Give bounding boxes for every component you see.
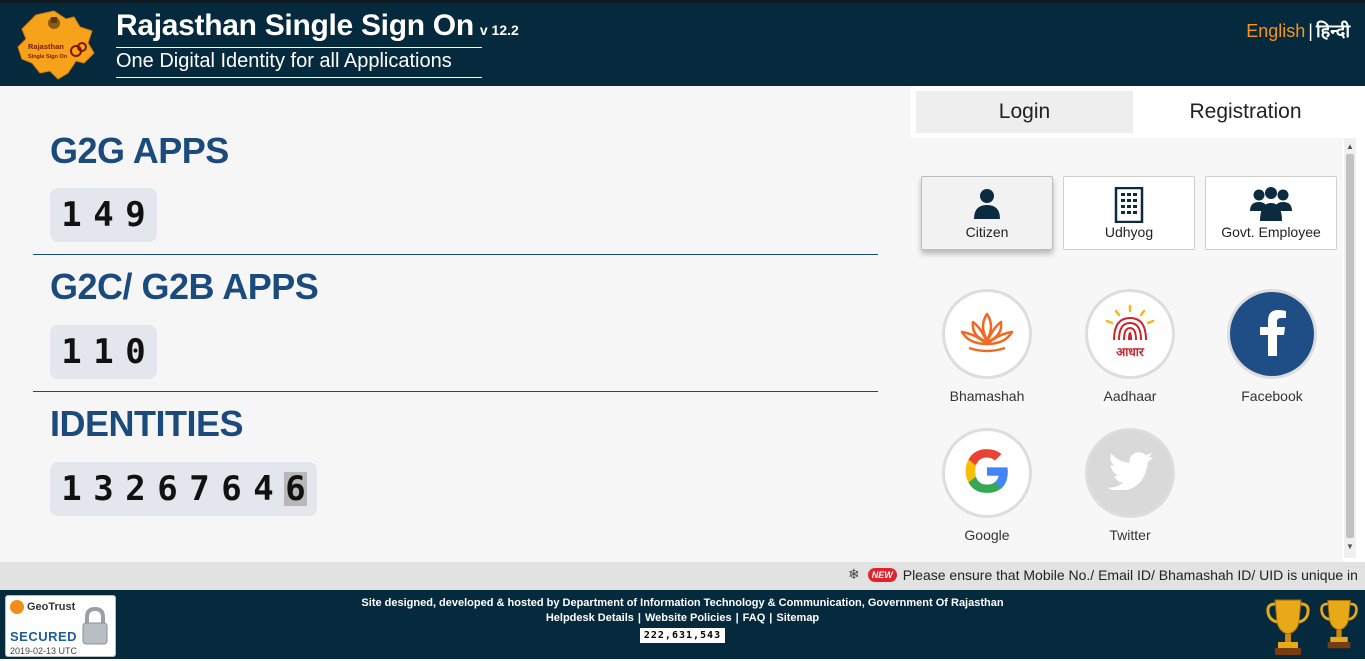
logo-text-2: Single Sign On	[28, 54, 68, 60]
facebook-circle	[1230, 292, 1314, 376]
link-separator: |	[735, 612, 739, 624]
user-icon	[972, 187, 1002, 224]
snowflake-icon: ❄	[848, 566, 860, 582]
language-switcher: English | हिन्दी	[1246, 19, 1350, 43]
footer-link-policies[interactable]: Website Policies	[645, 612, 732, 624]
facebook-label: Facebook	[1241, 388, 1303, 404]
aadhaar-login[interactable]: आधार Aadhaar	[1075, 292, 1185, 404]
building-icon	[1114, 186, 1144, 228]
google-icon	[962, 446, 1012, 501]
counter-digit: 7	[189, 469, 210, 509]
site-title-row: Rajasthan Single Sign On v 12.2	[116, 9, 519, 43]
counter-digit: 1	[61, 195, 82, 235]
tab-registration[interactable]: Registration	[1137, 91, 1354, 133]
footer-links: Helpdesk Details | Website Policies | FAQ | Si…	[0, 611, 1365, 626]
stat-divider	[33, 391, 878, 392]
lotus-icon	[959, 310, 1015, 359]
lang-hindi-link[interactable]: हिन्दी	[1316, 21, 1350, 41]
group-icon	[1250, 187, 1292, 226]
tagline-divider	[116, 77, 482, 78]
scroll-down-arrow-icon[interactable]: ▼	[1344, 542, 1356, 552]
footer-link-helpdesk[interactable]: Helpdesk Details	[546, 612, 634, 624]
google-login[interactable]: Google	[932, 431, 1042, 543]
counter-g2c: 1 1 0	[50, 325, 157, 379]
stat-title-identities: IDENTITIES	[50, 403, 244, 444]
counter-digit: 1	[61, 332, 82, 372]
stat-title-g2c: G2C/ G2B APPS	[50, 266, 319, 307]
tab-login[interactable]: Login	[916, 91, 1133, 133]
news-ticker: ❄ NEW Please ensure that Mobile No./ Ema…	[0, 562, 1365, 590]
site-header: Rajasthan Single Sign On Rajasthan Singl…	[0, 0, 1365, 86]
twitter-label: Twitter	[1109, 527, 1151, 543]
counter-digit-rolling: 6	[284, 469, 307, 509]
registration-content: Citizen Udhyog Govt. Employee Bhamashah …	[911, 138, 1343, 562]
facebook-icon	[1255, 308, 1289, 361]
citizen-button[interactable]: Citizen	[921, 176, 1053, 250]
ticker-text[interactable]: Please ensure that Mobile No./ Email ID/…	[903, 567, 1358, 583]
footer-credit: Site designed, developed & hosted by Dep…	[361, 597, 1004, 609]
counter-digit: 3	[93, 469, 114, 509]
counter-digit: 4	[93, 195, 114, 235]
footer-link-sitemap[interactable]: Sitemap	[776, 612, 819, 624]
stat-title-g2g: G2G APPS	[50, 130, 229, 171]
google-label: Google	[964, 527, 1010, 543]
counter-digit: 4	[253, 469, 274, 509]
trophy-icon[interactable]	[1319, 596, 1359, 661]
geotrust-date: 2019-02-13 UTC	[10, 646, 78, 656]
new-badge: NEW	[867, 567, 897, 582]
scroll-up-arrow-icon[interactable]: ▲	[1344, 142, 1356, 152]
site-tagline: One Digital Identity for all Application…	[116, 50, 452, 72]
aadhaar-label: Aadhaar	[1103, 388, 1157, 404]
lang-separator: |	[1308, 21, 1313, 41]
site-title: Rajasthan Single Sign On	[116, 9, 474, 42]
awards	[1265, 596, 1359, 661]
title-divider	[116, 47, 482, 48]
govt-employee-button[interactable]: Govt. Employee	[1205, 176, 1337, 250]
registration-scrollbar[interactable]: ▲ ▼	[1344, 138, 1356, 558]
logo-text-1: Rajasthan	[28, 42, 64, 51]
udhyog-button[interactable]: Udhyog	[1063, 176, 1195, 250]
counter-digit: 1	[61, 469, 82, 509]
counter-digit: 6	[157, 469, 178, 509]
stat-divider	[33, 254, 878, 255]
twitter-circle	[1088, 431, 1172, 515]
trophy-icon[interactable]	[1265, 596, 1311, 661]
ticker-content: ❄ NEW Please ensure that Mobile No./ Ema…	[848, 566, 1358, 583]
stats-panel: G2G APPS 1 4 9 G2C/ G2B APPS 1 1 0 IDENT…	[0, 86, 911, 562]
aadhaar-icon-text: आधार	[1116, 345, 1145, 359]
counter-digit: 9	[125, 195, 146, 235]
footer-link-faq[interactable]: FAQ	[743, 612, 766, 624]
title-block: Rajasthan Single Sign On v 12.2 One Digit…	[116, 9, 519, 78]
lang-english-link[interactable]: English	[1246, 21, 1305, 41]
citizen-label: Citizen	[965, 224, 1009, 240]
govt-employee-label: Govt. Employee	[1221, 224, 1321, 240]
google-circle	[945, 431, 1029, 515]
aadhaar-icon: आधार	[1102, 304, 1158, 365]
site-footer: GeoTrust SECURED 2019-02-13 UTC Site des…	[0, 590, 1365, 659]
counter-identities: 1 3 2 6 7 6 4 6	[50, 462, 317, 516]
counter-digit: 0	[125, 332, 146, 372]
auth-panel: Login Registration Citizen Udhyog Govt. …	[911, 86, 1365, 562]
scroll-thumb[interactable]	[1346, 154, 1354, 538]
twitter-login[interactable]: Twitter	[1075, 431, 1185, 543]
twitter-icon	[1107, 451, 1153, 495]
visitor-counter: 222,631,543	[639, 628, 726, 643]
aadhaar-circle: आधार	[1088, 292, 1172, 376]
link-separator: |	[637, 612, 641, 624]
site-version: v 12.2	[479, 22, 519, 38]
bhamashah-login[interactable]: Bhamashah	[932, 292, 1042, 404]
counter-digit: 6	[221, 469, 242, 509]
counter-digit: 1	[93, 332, 114, 372]
auth-tabs: Login Registration	[916, 91, 1356, 133]
bhamashah-label: Bhamashah	[949, 388, 1025, 404]
footer-center: Site designed, developed & hosted by Dep…	[0, 596, 1365, 643]
link-separator: |	[769, 612, 773, 624]
counter-digit: 2	[125, 469, 146, 509]
facebook-login[interactable]: Facebook	[1217, 292, 1327, 404]
rajasthan-map-logo[interactable]: Rajasthan Single Sign On	[14, 9, 98, 83]
bhamashah-circle	[945, 292, 1029, 376]
counter-g2g: 1 4 9	[50, 188, 157, 242]
